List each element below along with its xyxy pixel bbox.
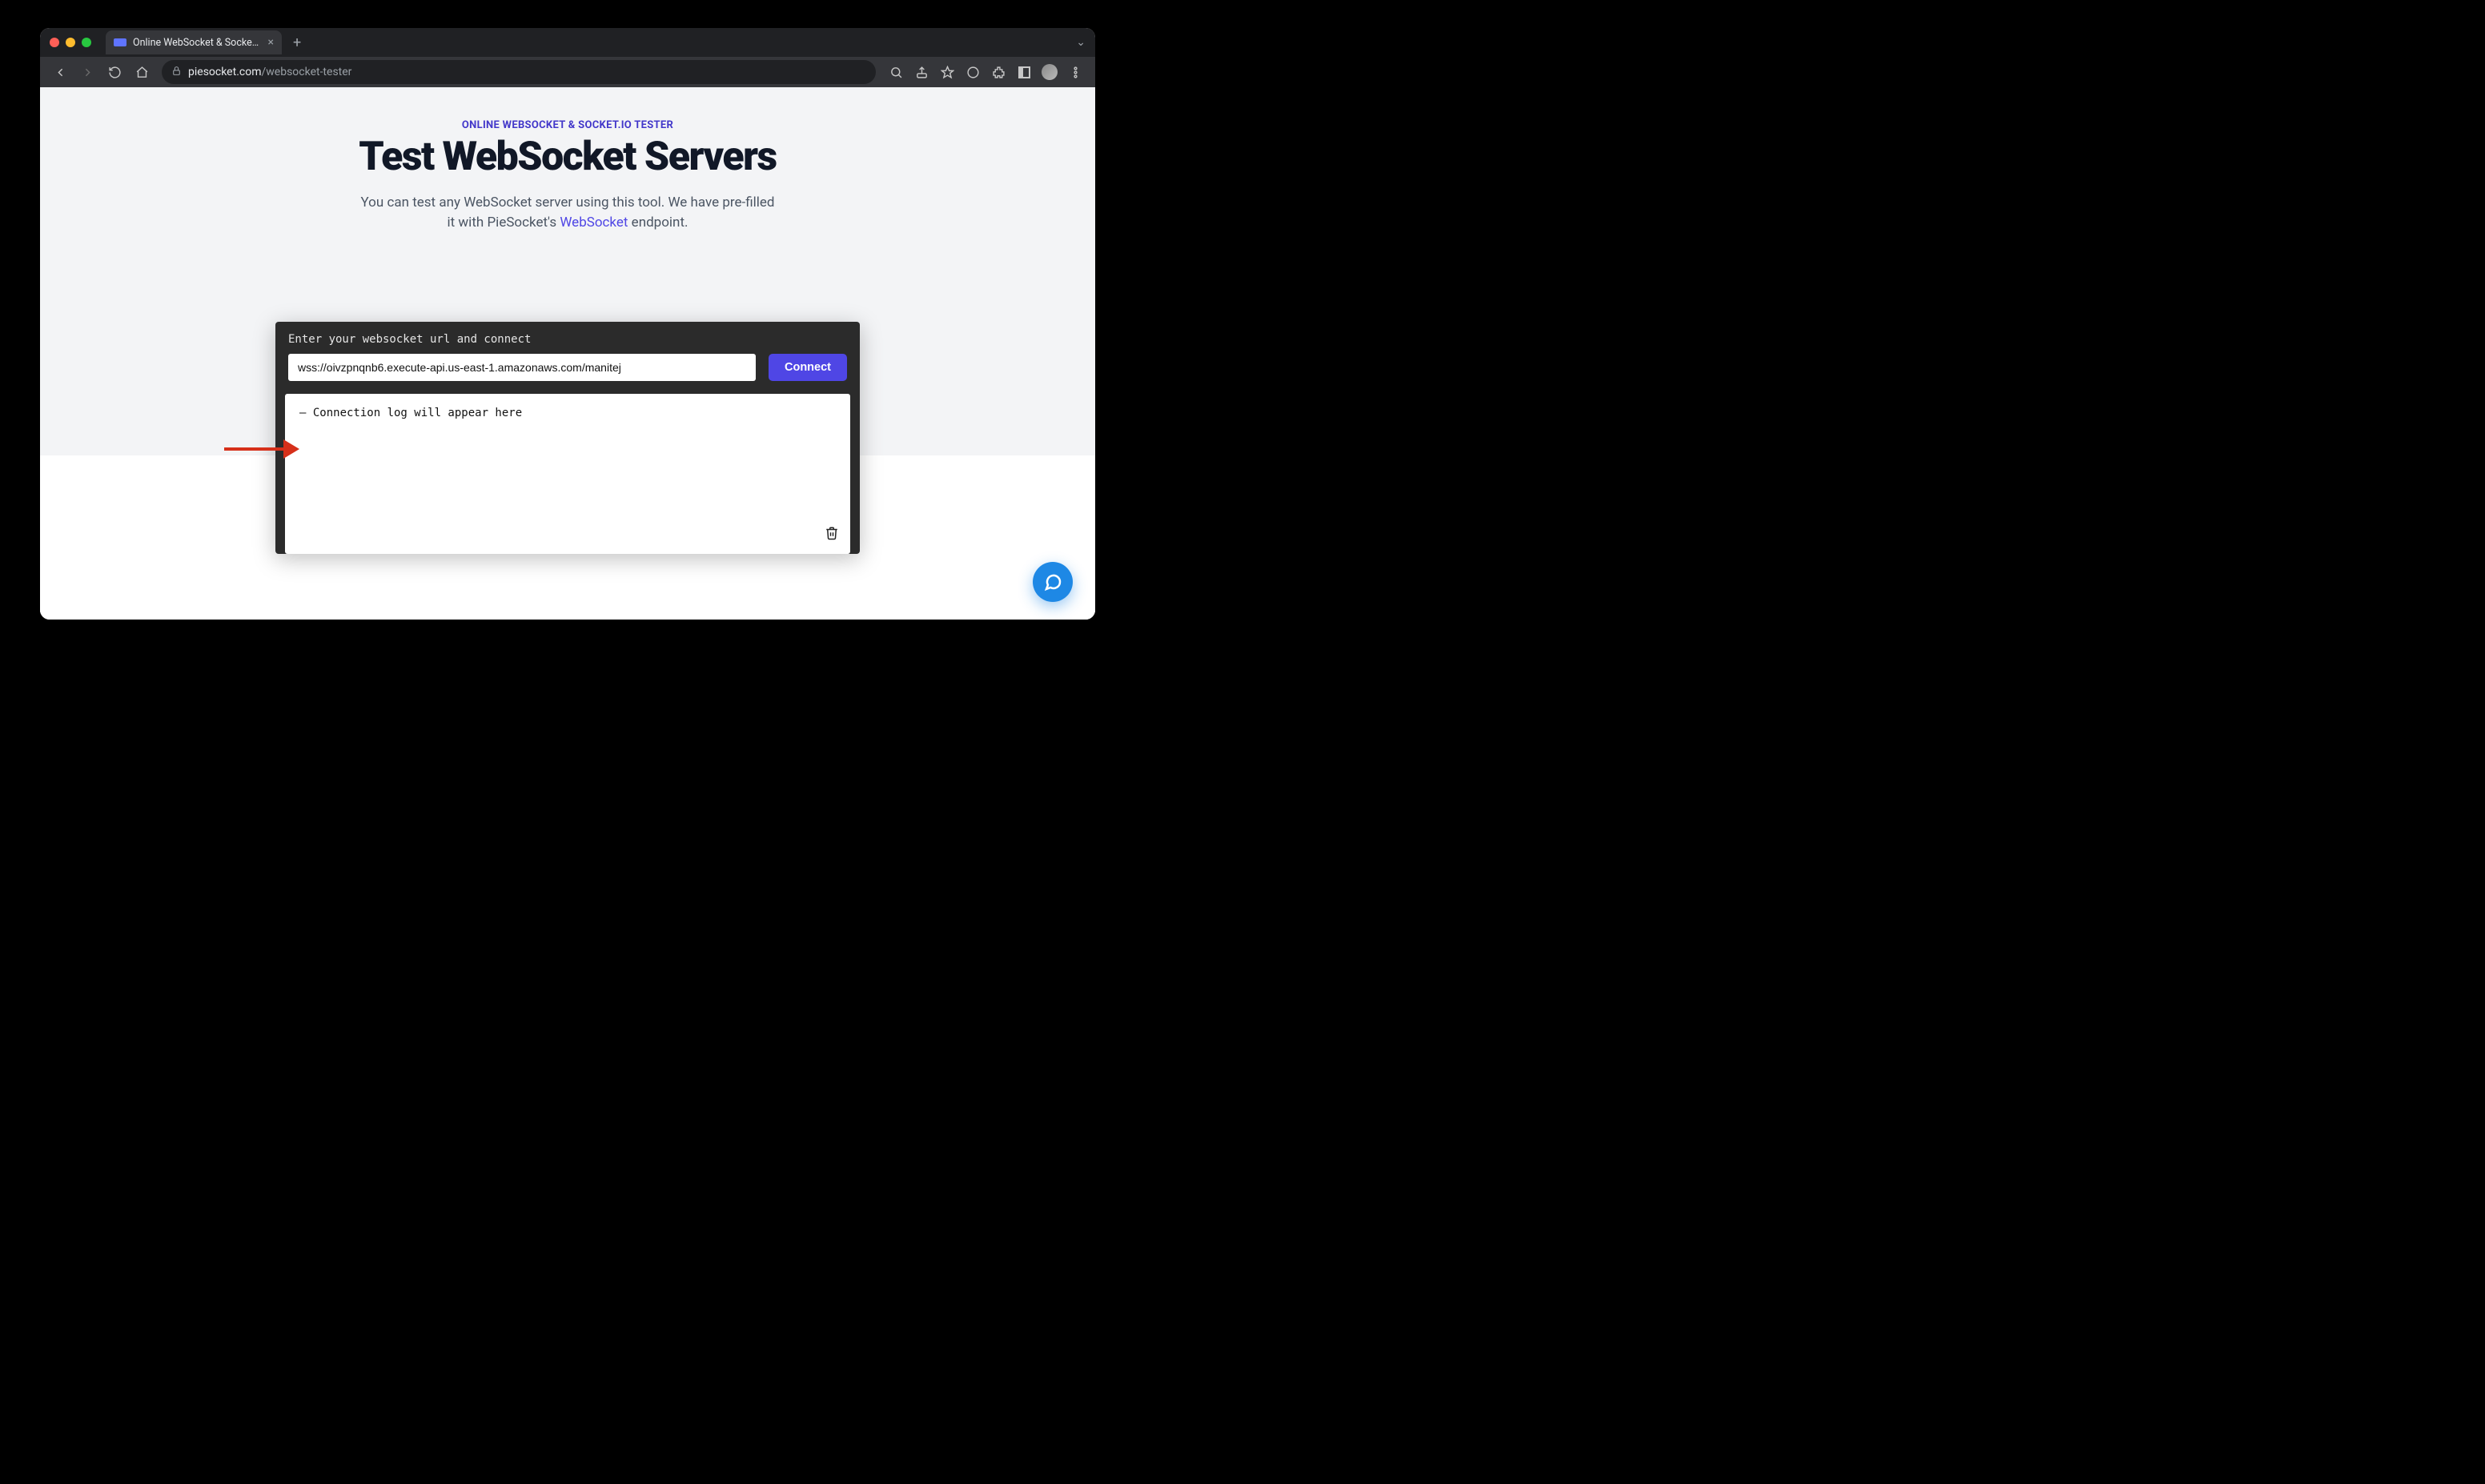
browser-tab[interactable]: Online WebSocket & Socket.io ×: [106, 30, 282, 54]
hero-section: ONLINE WEBSOCKET & SOCKET.IO TESTER Test…: [40, 87, 1095, 234]
sidepanel-icon[interactable]: [1012, 60, 1036, 84]
close-window-button[interactable]: [50, 38, 59, 47]
profile-avatar[interactable]: [1038, 60, 1062, 84]
tester-prompt: Enter your websocket url and connect: [275, 322, 860, 354]
url-host: piesocket.com/websocket-tester: [188, 66, 351, 78]
kebab-menu-icon[interactable]: [1063, 60, 1087, 84]
tab-favicon: [114, 38, 126, 46]
connect-button[interactable]: Connect: [769, 354, 847, 381]
bookmark-star-icon[interactable]: [935, 60, 959, 84]
home-button[interactable]: [130, 60, 154, 84]
share-icon[interactable]: [909, 60, 933, 84]
reload-button[interactable]: [102, 60, 126, 84]
eyebrow-text: ONLINE WEBSOCKET & SOCKET.IO TESTER: [40, 119, 1095, 131]
minimize-window-button[interactable]: [66, 38, 75, 47]
connection-log: Connection log will appear here: [285, 394, 850, 554]
chat-fab[interactable]: [1033, 562, 1073, 602]
hero-sub-after: endpoint.: [628, 215, 688, 231]
extensions-icon[interactable]: [986, 60, 1010, 84]
close-tab-icon[interactable]: ×: [268, 37, 274, 48]
new-tab-button[interactable]: +: [282, 34, 312, 51]
browser-window: Online WebSocket & Socket.io × + ⌄: [40, 28, 1095, 620]
toolbar-right-icons: [884, 60, 1087, 84]
page-title: Test WebSocket Servers: [40, 136, 1095, 178]
forward-button[interactable]: [75, 60, 99, 84]
window-controls: [50, 38, 91, 47]
zoom-icon[interactable]: [884, 60, 908, 84]
lock-icon: [171, 66, 182, 78]
clear-log-icon[interactable]: [825, 525, 839, 544]
websocket-link[interactable]: WebSocket: [560, 215, 628, 231]
browser-toolbar: piesocket.com/websocket-tester: [40, 57, 1095, 87]
adblock-icon[interactable]: [961, 60, 985, 84]
tab-strip: Online WebSocket & Socket.io × + ⌄: [40, 28, 1095, 57]
maximize-window-button[interactable]: [82, 38, 91, 47]
tester-panel: Enter your websocket url and connect Con…: [275, 322, 860, 554]
url-row: Connect: [275, 354, 860, 394]
address-bar[interactable]: piesocket.com/websocket-tester: [162, 60, 876, 84]
back-button[interactable]: [48, 60, 72, 84]
page-viewport[interactable]: ONLINE WEBSOCKET & SOCKET.IO TESTER Test…: [40, 87, 1095, 620]
hero-subtitle: You can test any WebSocket server using …: [359, 193, 776, 234]
websocket-url-input[interactable]: [288, 354, 756, 381]
tab-title: Online WebSocket & Socket.io: [133, 37, 262, 49]
tabs-overflow-icon[interactable]: ⌄: [1076, 36, 1086, 49]
log-placeholder-line: Connection log will appear here: [299, 407, 836, 419]
